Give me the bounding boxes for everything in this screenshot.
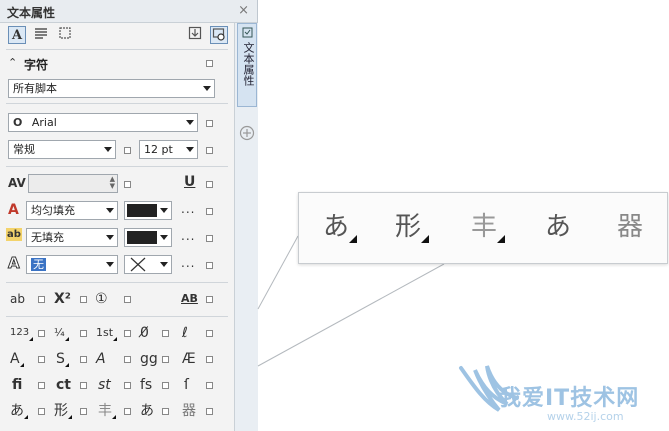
zoom-traditional-form-icon: 器 — [617, 212, 644, 242]
watermark-title: 我爱IT技术网 — [499, 386, 640, 411]
zoom-vertical-alternate-icon: あ — [545, 212, 572, 242]
watermark: 我爱IT技术网 www.52ij.com — [455, 354, 669, 431]
zoom-ruby-icon: 丰 — [471, 211, 506, 243]
zoom-cjk-form-icon: 形 — [395, 211, 430, 243]
zoomed-feature-callout: あ 形 丰 あ 器 — [298, 192, 668, 264]
zoom-cjk-width-icon: あ — [323, 211, 358, 243]
watermark-url: www.52ij.com — [547, 410, 624, 423]
